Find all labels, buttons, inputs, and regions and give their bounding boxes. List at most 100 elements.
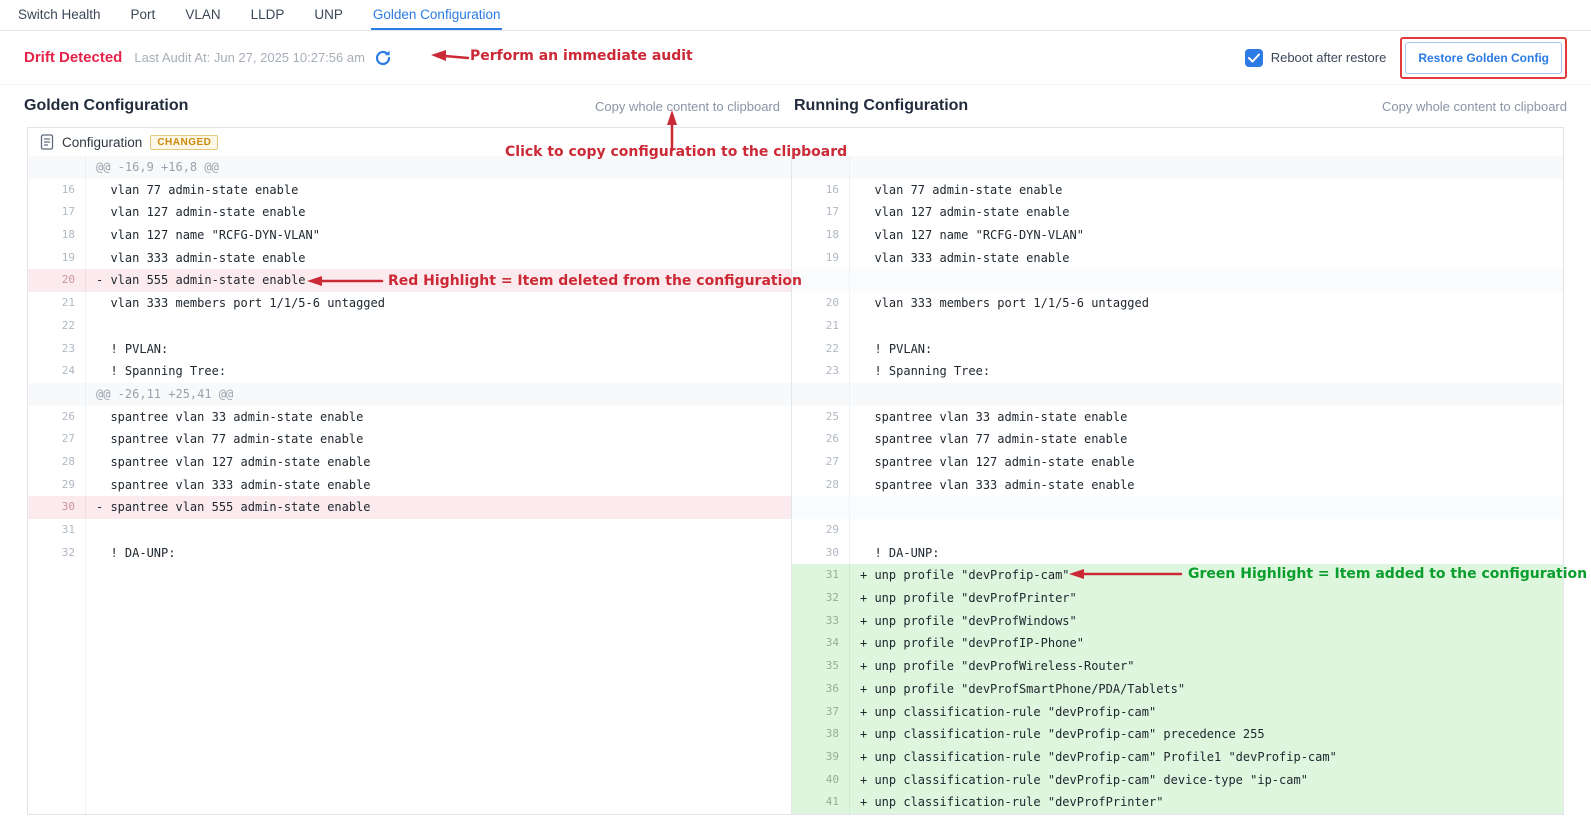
diff-line-hunk [791, 156, 1563, 179]
tab-unp[interactable]: UNP [312, 0, 345, 30]
line-number: 30 [28, 496, 86, 519]
tab-golden-configuration[interactable]: Golden Configuration [371, 0, 503, 30]
diff-line-ctx: 28 spantree vlan 127 admin-state enable [28, 451, 791, 474]
line-number [792, 383, 850, 406]
diff-line-none [28, 610, 791, 633]
diff-line-ctx: 17 vlan 127 admin-state enable [28, 201, 791, 224]
diff-row: 28 spantree vlan 127 admin-state enable2… [28, 451, 1563, 474]
line-number: 35 [792, 655, 850, 678]
line-number: 29 [792, 519, 850, 542]
diff-line-none [28, 678, 791, 701]
line-content: vlan 127 admin-state enable [86, 201, 306, 224]
annotation-highlight-box: Restore Golden Config [1400, 37, 1567, 79]
diff-line-ctx: 25 spantree vlan 33 admin-state enable [791, 406, 1563, 429]
line-number: 38 [792, 723, 850, 746]
run-audit-icon[interactable] [373, 48, 393, 68]
line-content: vlan 333 members port 1/1/5-6 untagged [86, 292, 385, 315]
diff-row: 41+ unp classification-rule "devProfPrin… [28, 791, 1563, 814]
diff-row: 16 vlan 77 admin-state enable16 vlan 77 … [28, 179, 1563, 202]
diff-row: 17 vlan 127 admin-state enable17 vlan 12… [28, 201, 1563, 224]
line-content [86, 723, 96, 746]
diff-line-ctx: 18 vlan 127 name "RCFG-DYN-VLAN" [28, 224, 791, 247]
line-content: spantree vlan 77 admin-state enable [86, 428, 363, 451]
line-number: 20 [792, 292, 850, 315]
diff-line-add: 35+ unp profile "devProfWireless-Router" [791, 655, 1563, 678]
reboot-after-restore-checkbox[interactable] [1245, 49, 1263, 67]
line-content: spantree vlan 33 admin-state enable [850, 406, 1127, 429]
diff-row: 18 vlan 127 name "RCFG-DYN-VLAN"18 vlan … [28, 224, 1563, 247]
configuration-panel-header: Configuration CHANGED [28, 128, 1563, 156]
diff-line-ctx: 27 spantree vlan 77 admin-state enable [28, 428, 791, 451]
tab-port[interactable]: Port [129, 0, 158, 30]
line-number [28, 564, 86, 587]
line-number: 28 [792, 474, 850, 497]
tab-switch-health[interactable]: Switch Health [16, 0, 103, 30]
line-content [86, 655, 96, 678]
check-icon [1248, 53, 1260, 63]
line-number: 20 [28, 269, 86, 292]
diff-line-none [28, 655, 791, 678]
diff-row: 20- vlan 555 admin-state enable [28, 269, 1563, 292]
copy-running-config-link[interactable]: Copy whole content to clipboard [1382, 99, 1567, 114]
diff-line-add: 41+ unp classification-rule "devProfPrin… [791, 791, 1563, 814]
line-number [792, 496, 850, 519]
diff-line-add: 40+ unp classification-rule "devProfip-c… [791, 769, 1563, 792]
line-content: vlan 127 name "RCFG-DYN-VLAN" [850, 224, 1084, 247]
line-content: ! Spanning Tree: [850, 360, 990, 383]
line-number [28, 746, 86, 769]
diff-body: @@ -16,9 +16,8 @@16 vlan 77 admin-state … [28, 156, 1563, 814]
line-content: + unp profile "devProfPrinter" [850, 587, 1077, 610]
diff-line-ctx: 21 vlan 333 members port 1/1/5-6 untagge… [28, 292, 791, 315]
diff-row: 36+ unp profile "devProfSmartPhone/PDA/T… [28, 678, 1563, 701]
diff-line-ctx: 24 ! Spanning Tree: [28, 360, 791, 383]
line-number [28, 723, 86, 746]
line-content [86, 610, 96, 633]
copy-golden-config-link[interactable]: Copy whole content to clipboard [595, 99, 780, 114]
line-content: + unp classification-rule "devProfPrinte… [850, 791, 1163, 814]
line-number: 31 [792, 564, 850, 587]
line-content [850, 383, 860, 406]
line-number [28, 701, 86, 724]
line-number [28, 156, 86, 179]
line-content: + unp classification-rule "devProfip-cam… [850, 769, 1308, 792]
diff-line-ctx: 26 spantree vlan 33 admin-state enable [28, 406, 791, 429]
line-content: vlan 77 admin-state enable [86, 179, 298, 202]
diff-line-add: 38+ unp classification-rule "devProfip-c… [791, 723, 1563, 746]
line-content [850, 156, 860, 179]
tab-lldp[interactable]: LLDP [249, 0, 287, 30]
diff-row: 21 vlan 333 members port 1/1/5-6 untagge… [28, 292, 1563, 315]
line-content: + unp profile "devProfIP-Phone" [850, 632, 1084, 655]
line-content [86, 678, 96, 701]
configuration-diff-panel: Configuration CHANGED @@ -16,9 +16,8 @@1… [27, 127, 1564, 815]
line-content: ! Spanning Tree: [86, 360, 226, 383]
line-number [28, 383, 86, 406]
line-number [28, 678, 86, 701]
restore-golden-config-button[interactable]: Restore Golden Config [1405, 42, 1562, 74]
document-icon [40, 134, 54, 150]
diff-line-hunk [791, 383, 1563, 406]
line-content: ! PVLAN: [850, 338, 932, 361]
line-number: 27 [792, 451, 850, 474]
tab-vlan[interactable]: VLAN [183, 0, 222, 30]
line-content [850, 496, 860, 519]
line-content: @@ -16,9 +16,8 @@ [86, 156, 219, 179]
line-content [850, 519, 860, 542]
diff-line-ctx: 32 ! DA-UNP: [28, 542, 791, 565]
line-number [28, 610, 86, 633]
line-number: 23 [792, 360, 850, 383]
diff-line-ctx: 18 vlan 127 name "RCFG-DYN-VLAN" [791, 224, 1563, 247]
diff-line-del: 30- spantree vlan 555 admin-state enable [28, 496, 791, 519]
diff-row: 30- spantree vlan 555 admin-state enable [28, 496, 1563, 519]
line-number: 30 [792, 542, 850, 565]
diff-line-del: 20- vlan 555 admin-state enable [28, 269, 791, 292]
line-content [86, 746, 96, 769]
line-number: 16 [28, 179, 86, 202]
line-number: 41 [792, 791, 850, 814]
diff-line-ctx: 30 ! DA-UNP: [791, 542, 1563, 565]
golden-config-header: Golden Configuration Copy whole content … [24, 97, 790, 115]
reboot-after-restore-label: Reboot after restore [1271, 50, 1387, 65]
diff-line-add: 37+ unp classification-rule "devProfip-c… [791, 701, 1563, 724]
line-number: 34 [792, 632, 850, 655]
line-content: ! PVLAN: [86, 338, 168, 361]
line-number: 17 [28, 201, 86, 224]
